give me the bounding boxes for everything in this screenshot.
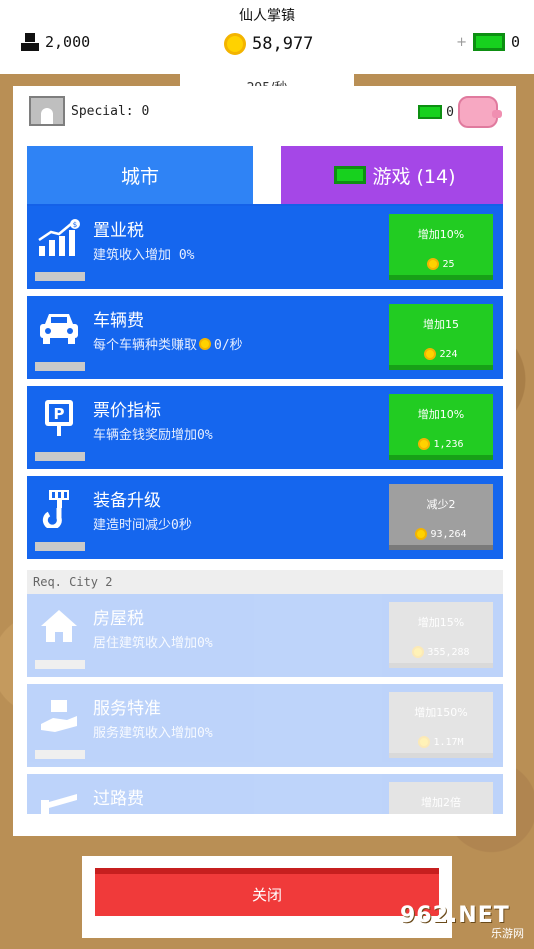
population-value: 2,000 <box>45 33 91 51</box>
buy-label: 增加150% <box>414 706 468 719</box>
coins-value: 58,977 <box>252 34 314 54</box>
coin-icon <box>412 646 425 658</box>
buy-button: 增加2倍 <box>389 782 493 814</box>
upgrade-row-service-license: 服务特准 服务建筑收入增加0% 增加150% 1.17M <box>27 684 503 767</box>
toll-gate-icon <box>41 794 77 814</box>
buy-label: 增加15% <box>417 616 465 629</box>
special-counter[interactable]: Special: 0 <box>29 96 149 126</box>
buy-button[interactable]: 增加10% 1,236 <box>389 394 493 460</box>
upgrade-title: 票价指标 <box>93 401 161 421</box>
buy-cost: 1.17M <box>389 736 493 748</box>
growth-chart-icon: $ <box>38 219 80 256</box>
buy-label: 增加10% <box>417 228 465 241</box>
cash-value: 0 <box>510 33 520 51</box>
cash-icon <box>418 105 443 119</box>
upgrade-row-equipment-upgrade: 装备升级 建造时间减少0秒 减少2 93,264 <box>27 476 503 559</box>
upgrade-row-house-tax: 房屋税 居住建筑收入增加0% 增加15% 355,288 <box>27 594 503 677</box>
tab-bar: 城市 游戏 (14) <box>27 146 503 204</box>
coin-icon <box>415 528 428 540</box>
upgrade-title: 房屋税 <box>93 609 144 629</box>
parking-sign-icon: P <box>45 400 73 436</box>
coin-icon <box>427 258 440 270</box>
upgrade-title: 装备升级 <box>93 491 161 511</box>
buy-cost: 93,264 <box>389 528 493 540</box>
cash-icon <box>334 166 367 184</box>
buy-button[interactable]: 增加15 224 <box>389 304 493 370</box>
buy-cost: 25 <box>389 258 493 270</box>
tab-city-label: 城市 <box>120 165 159 188</box>
progress-bar <box>35 660 85 669</box>
buy-label: 增加15 <box>423 318 459 331</box>
watermark-logo: 962.NET 乐游网 <box>400 903 526 943</box>
progress-bar <box>35 272 85 281</box>
upgrade-row-vehicle-fee: 车辆费 每个车辆种类赚取 0/秒 增加15 224 <box>27 296 503 379</box>
upgrade-title: 车辆费 <box>93 311 144 331</box>
piggy-cash-value: 0 <box>446 104 454 120</box>
upgrade-description: 建筑收入增加 0% <box>93 248 195 263</box>
service-hand-icon <box>41 700 77 732</box>
buy-label: 增加10% <box>417 408 465 421</box>
cash-icon <box>472 33 505 51</box>
tab-game-label: 游戏 (14) <box>372 165 456 188</box>
buy-button[interactable]: 增加10% 25 <box>389 214 493 280</box>
add-cash-icon[interactable]: + <box>456 35 467 50</box>
svg-text:$: $ <box>73 221 77 229</box>
coin-icon <box>418 736 431 748</box>
upgrade-description: 居住建筑收入增加0% <box>93 636 213 651</box>
buy-cost: 355,288 <box>389 646 493 658</box>
buy-label: 增加2倍 <box>421 796 461 809</box>
special-label: Special: 0 <box>71 103 150 119</box>
requirement-label: Req. City 2 <box>27 570 503 594</box>
progress-bar <box>35 362 85 371</box>
upgrade-list[interactable]: $ 置业税 建筑收入增加 0% 增加10% 25 车辆费 每个车辆种类赚取 0/… <box>27 206 503 814</box>
buy-cost: 224 <box>389 348 493 360</box>
upgrade-description: 车辆金钱奖励增加0% <box>93 428 213 443</box>
progress-bar <box>35 452 85 461</box>
tab-city[interactable]: 城市 <box>27 146 253 204</box>
piggy-bank-icon[interactable] <box>458 96 502 128</box>
upgrade-description: 建造时间减少0秒 <box>93 518 192 533</box>
upgrade-title: 置业税 <box>93 221 144 241</box>
top-bar: 仙人掌镇 2,000 58,977 + 0 <box>0 0 534 74</box>
coins-stat: 58,977 <box>224 33 313 55</box>
close-button-frame: 关闭 <box>82 856 452 938</box>
coin-icon <box>418 438 431 450</box>
watermark-sub: 乐游网 <box>491 927 524 940</box>
upgrade-row-fare-index: P 票价指标 车辆金钱奖励增加0% 增加10% 1,236 <box>27 386 503 469</box>
piggy-bank[interactable]: 0 <box>414 96 502 128</box>
progress-bar <box>35 750 85 759</box>
buy-label: 减少2 <box>426 498 456 511</box>
upgrade-panel: Special: 0 0 城市 游戏 (14) $ 置业税 建筑收入增加 0% … <box>13 86 516 836</box>
svg-text:P: P <box>54 405 65 423</box>
upgrade-row-toll-fee: 过路费 增加2倍 <box>27 774 503 814</box>
close-button[interactable]: 关闭 <box>95 868 439 916</box>
upgrade-description: 每个车辆种类赚取 0/秒 <box>93 337 243 353</box>
population-icon <box>20 33 40 51</box>
tab-game[interactable]: 游戏 (14) <box>281 146 503 204</box>
coin-icon <box>224 33 246 55</box>
city-name: 仙人掌镇 <box>239 8 295 24</box>
population-stat: 2,000 <box>20 33 90 51</box>
cash-stat[interactable]: + 0 <box>456 33 520 51</box>
upgrade-row-property-tax: $ 置业税 建筑收入增加 0% 增加10% 25 <box>27 206 503 289</box>
crane-hook-icon <box>42 490 69 528</box>
upgrade-title: 服务特准 <box>93 699 161 719</box>
buy-button[interactable]: 减少2 93,264 <box>389 484 493 550</box>
buy-button: 增加15% 355,288 <box>389 602 493 668</box>
buy-button: 增加150% 1.17M <box>389 692 493 758</box>
upgrade-title: 过路费 <box>93 789 144 809</box>
buy-cost: 1,236 <box>389 438 493 450</box>
arch-building-icon <box>29 96 65 126</box>
coin-icon <box>424 348 437 360</box>
coin-icon <box>199 337 212 350</box>
car-icon <box>40 314 78 344</box>
house-icon <box>41 610 77 642</box>
progress-bar <box>35 542 85 551</box>
upgrade-description: 服务建筑收入增加0% <box>93 726 213 741</box>
